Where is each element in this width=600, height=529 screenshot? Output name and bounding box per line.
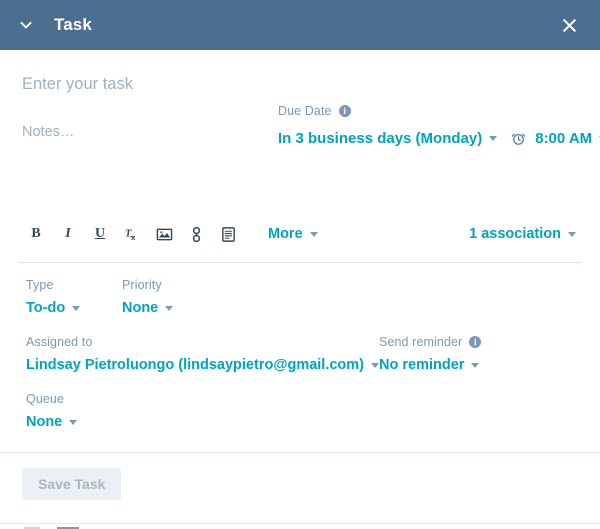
underline-icon[interactable]: U bbox=[90, 224, 110, 244]
page-title: Task bbox=[54, 15, 92, 34]
queue-field: Queue None bbox=[26, 391, 78, 430]
due-date-value[interactable]: In 3 business days (Monday) bbox=[278, 130, 482, 147]
assigned-to-select[interactable]: Lindsay Pietroluongo (lindsaypietro@gmai… bbox=[26, 357, 380, 373]
type-field: Type To-do bbox=[26, 277, 122, 316]
assigned-to-label: Assigned to bbox=[26, 334, 93, 349]
queue-label: Queue bbox=[26, 391, 65, 406]
alarm-clock-icon[interactable] bbox=[511, 131, 526, 146]
send-reminder-field: Send reminder i No reminder bbox=[379, 334, 579, 373]
chevron-down-icon bbox=[471, 362, 480, 368]
chevron-down-icon bbox=[165, 305, 174, 311]
chevron-down-icon bbox=[72, 305, 81, 311]
priority-select[interactable]: None bbox=[122, 300, 174, 316]
task-notes-input[interactable] bbox=[22, 123, 267, 147]
assigned-to-value: Lindsay Pietroluongo (lindsaypietro@gmai… bbox=[26, 357, 365, 373]
chevron-down-icon bbox=[371, 362, 380, 368]
insert-image-icon[interactable] bbox=[154, 224, 174, 244]
card-header: Task bbox=[0, 0, 600, 50]
send-reminder-label: Send reminder bbox=[379, 334, 463, 349]
assigned-reminder-row: Assigned to Lindsay Pietroluongo (lindsa… bbox=[26, 334, 578, 373]
task-body-top: Due Date i In 3 business days (Monday) 8… bbox=[0, 50, 600, 147]
task-text-column bbox=[0, 50, 270, 147]
task-properties: Type To-do Priority None Assigned to Lin… bbox=[0, 277, 600, 430]
formatting-buttons: B I U T x More bbox=[26, 224, 318, 244]
chevron-down-icon bbox=[69, 419, 78, 425]
due-date-label-row: Due Date i bbox=[278, 103, 600, 119]
chevron-down-icon bbox=[309, 231, 318, 237]
association-label: 1 association bbox=[469, 226, 561, 242]
more-formatting-label: More bbox=[268, 226, 303, 242]
editor-toolbar: B I U T x More 1 association bbox=[0, 219, 600, 249]
info-icon[interactable]: i bbox=[338, 105, 351, 117]
save-task-button[interactable]: Save Task bbox=[22, 468, 122, 500]
card-footer: Save Task bbox=[0, 453, 600, 500]
italic-icon[interactable]: I bbox=[58, 224, 78, 244]
due-date-column: Due Date i In 3 business days (Monday) 8… bbox=[270, 50, 600, 147]
task-editor-card: Task Due Date i In 3 business days (Mond… bbox=[0, 0, 600, 529]
chevron-down-icon[interactable] bbox=[489, 136, 498, 141]
send-reminder-label-row: Send reminder i bbox=[379, 334, 579, 349]
type-select[interactable]: To-do bbox=[26, 300, 122, 316]
queue-value: None bbox=[26, 414, 63, 430]
bold-icon[interactable]: B bbox=[26, 224, 46, 244]
clear-formatting-icon[interactable]: T x bbox=[122, 224, 142, 244]
type-value: To-do bbox=[26, 300, 66, 316]
due-time-value[interactable]: 8:00 AM bbox=[535, 130, 592, 147]
type-priority-row: Type To-do Priority None bbox=[26, 277, 578, 316]
toolbar-divider bbox=[18, 262, 582, 263]
type-label: Type bbox=[26, 277, 54, 292]
due-date-row: In 3 business days (Monday) 8:00 AM bbox=[278, 130, 600, 147]
queue-row: Queue None bbox=[26, 391, 578, 430]
send-reminder-select[interactable]: No reminder bbox=[379, 357, 579, 373]
send-reminder-value: No reminder bbox=[379, 357, 465, 373]
priority-field: Priority None bbox=[122, 277, 174, 316]
background-page-sliver bbox=[0, 523, 600, 529]
priority-value: None bbox=[122, 300, 159, 316]
insert-snippet-icon[interactable] bbox=[218, 224, 238, 244]
queue-select[interactable]: None bbox=[26, 414, 78, 430]
more-formatting-button[interactable]: More bbox=[268, 226, 318, 242]
chevron-down-icon bbox=[568, 231, 576, 237]
association-button[interactable]: 1 association bbox=[469, 226, 578, 242]
due-date-label: Due Date bbox=[278, 104, 332, 118]
task-title-input[interactable] bbox=[22, 73, 267, 95]
info-icon[interactable]: i bbox=[469, 335, 482, 348]
chevron-down-icon[interactable] bbox=[16, 15, 36, 35]
priority-label: Priority bbox=[122, 277, 162, 292]
close-icon[interactable] bbox=[556, 12, 582, 38]
svg-text:x: x bbox=[131, 233, 136, 242]
assigned-to-field: Assigned to Lindsay Pietroluongo (lindsa… bbox=[26, 334, 380, 373]
insert-link-icon[interactable] bbox=[186, 224, 206, 244]
